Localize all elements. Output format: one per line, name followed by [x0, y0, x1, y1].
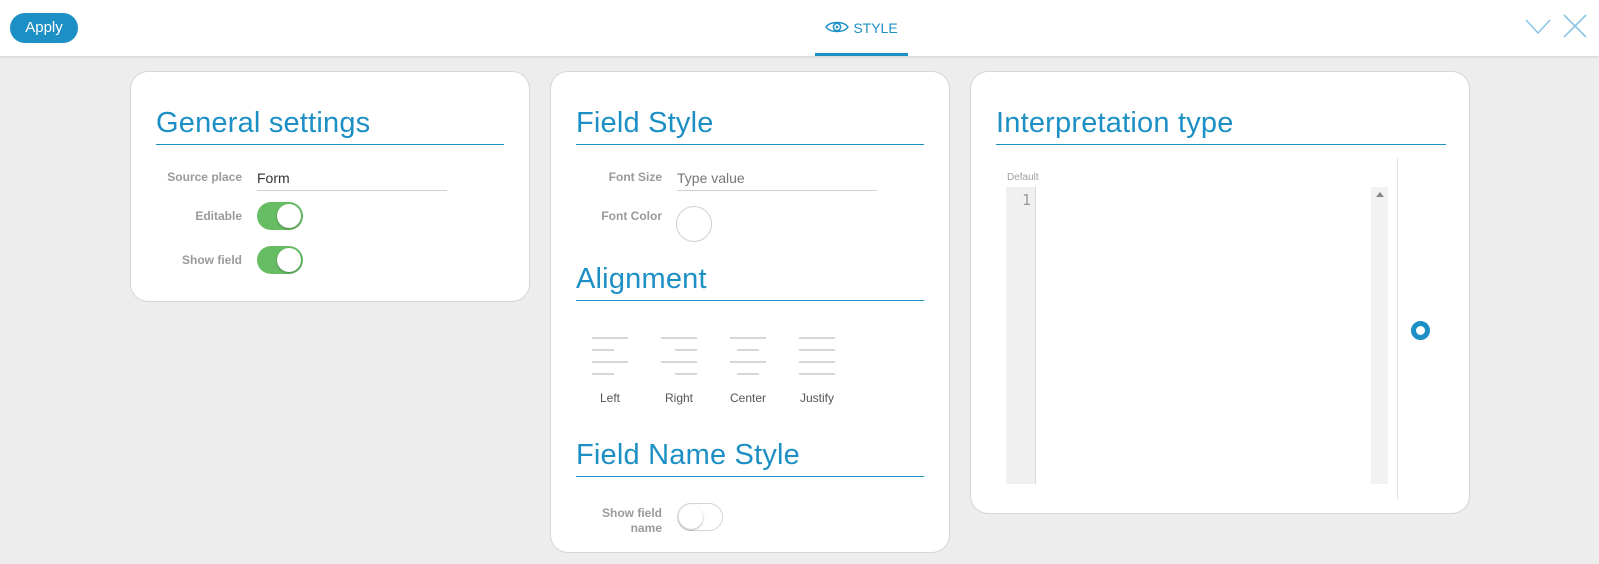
source-place-input[interactable] — [257, 165, 447, 191]
field-style-card: Field Style Font Size Font Color Alignme… — [550, 71, 950, 553]
align-center-icon — [730, 337, 766, 375]
editable-label: Editable — [195, 209, 242, 223]
editable-toggle[interactable] — [257, 202, 303, 230]
tab-style-label: STYLE — [853, 20, 898, 36]
eye-icon — [825, 21, 850, 33]
alignment-title: Alignment — [576, 262, 924, 301]
vertical-divider — [1397, 158, 1398, 499]
field-name-style-title: Field Name Style — [576, 438, 924, 477]
align-center-label: Center — [729, 391, 767, 405]
editor-scrollbar[interactable] — [1371, 187, 1388, 484]
top-toolbar: Apply STYLE — [0, 0, 1599, 56]
font-color-picker[interactable] — [676, 206, 712, 242]
align-left-icon — [592, 337, 628, 375]
align-right-label: Right — [664, 391, 693, 405]
general-settings-card: General settings Source place Editable S… — [130, 71, 530, 302]
show-field-name-label-line2: name — [630, 521, 662, 535]
apply-button[interactable]: Apply — [10, 13, 78, 43]
default-radio[interactable] — [1411, 321, 1430, 340]
general-settings-title: General settings — [156, 106, 504, 145]
show-field-name-toggle[interactable] — [677, 503, 723, 531]
show-field-toggle[interactable] — [257, 246, 303, 274]
font-color-label: Font Color — [601, 209, 662, 223]
tab-style[interactable]: STYLE — [815, 0, 908, 56]
active-tab-indicator — [815, 53, 908, 56]
chevron-down-icon[interactable] — [1524, 15, 1552, 39]
interpretation-type-title: Interpretation type — [996, 106, 1446, 145]
toggle-knob — [277, 204, 301, 228]
align-left-label: Left — [599, 391, 620, 405]
font-size-label: Font Size — [608, 170, 662, 184]
scroll-up-icon[interactable] — [1376, 192, 1384, 197]
code-editor[interactable]: 1 — [1006, 187, 1388, 484]
show-field-name-label: Show field name — [576, 506, 662, 536]
source-place-label: Source place — [167, 170, 242, 184]
close-icon[interactable] — [1562, 13, 1588, 39]
align-justify-label: Justify — [799, 391, 834, 405]
align-left-button[interactable]: Left — [582, 336, 638, 410]
field-style-title: Field Style — [576, 106, 924, 145]
interpretation-type-card: Interpretation type Default 1 — [970, 71, 1470, 514]
editor-caption: Default — [1007, 172, 1039, 183]
show-field-label: Show field — [182, 253, 242, 267]
editor-gutter: 1 — [1006, 187, 1036, 484]
align-center-button[interactable]: Center — [720, 336, 776, 410]
toggle-knob — [277, 248, 301, 272]
align-justify-button[interactable]: Justify — [789, 336, 845, 410]
show-field-name-label-line1: Show field — [602, 506, 662, 520]
align-right-button[interactable]: Right — [651, 336, 707, 410]
font-size-input[interactable] — [677, 165, 877, 191]
toggle-knob — [679, 505, 703, 529]
align-justify-icon — [799, 337, 835, 375]
align-right-icon — [661, 337, 697, 375]
line-number: 1 — [1021, 191, 1031, 209]
